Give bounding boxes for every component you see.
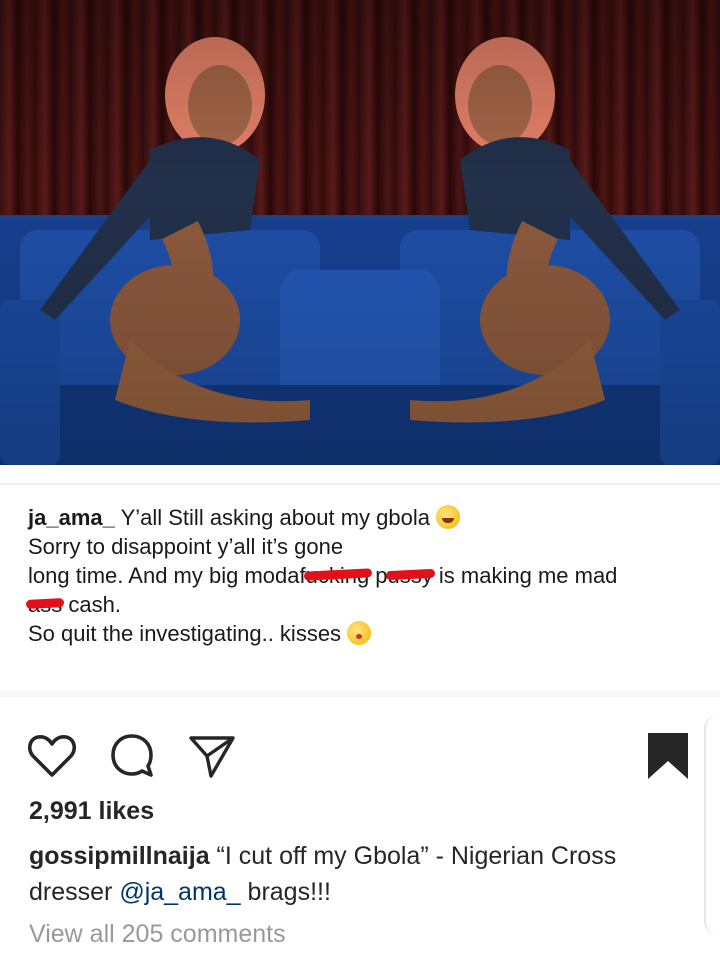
embedded-username: ja_ama_ [28,505,115,530]
embedded-line-3b: p [369,563,388,588]
embedded-line-3c: is making me mad [432,563,618,588]
embedded-comment-text: ja_ama_ Y’all Still asking about my gbol… [28,503,698,648]
redacted-word-3: ass [28,592,63,617]
post-owner-username[interactable]: gossipmillnaija [29,842,210,870]
heart-icon [28,735,76,777]
rolling-laughing-emoji-icon [436,505,461,529]
kissing-face-emoji-icon [347,621,372,645]
embedded-comment-screenshot: ja_ama_ Y’all Still asking about my gbol… [0,465,720,705]
caption-text-2: brags!!! [240,878,331,906]
post-action-bar [0,720,720,790]
like-button[interactable] [24,728,80,784]
redacted-word-2: ussy [387,563,433,588]
post-photo[interactable] [0,0,720,465]
bookmark-icon [648,733,688,779]
comment-button[interactable] [104,728,160,784]
embedded-line-5: So quit the investigating.. kisses [28,621,348,646]
comment-bubble-icon [111,734,153,777]
post-caption: gossipmillnaija “I cut off my Gbola” - N… [29,838,699,910]
scroll-edge [704,715,720,935]
view-all-comments-link[interactable]: View all 205 comments [29,920,286,949]
embedded-line-3a: long time. And my big modaf [28,563,306,588]
embedded-line-1: Y’all Still asking about my gbola [114,505,437,530]
redacted-word-1: ucking [305,563,370,588]
caption-mention-link[interactable]: @ja_ama_ [119,878,240,906]
share-button[interactable] [184,728,240,784]
likes-count[interactable]: 2,991 likes [29,797,154,826]
embedded-line-2: Sorry to disappoint y’all it’s gone [28,534,344,559]
paper-plane-icon [189,736,235,778]
save-button[interactable] [640,728,696,784]
embedded-line-4: cash. [62,592,121,617]
